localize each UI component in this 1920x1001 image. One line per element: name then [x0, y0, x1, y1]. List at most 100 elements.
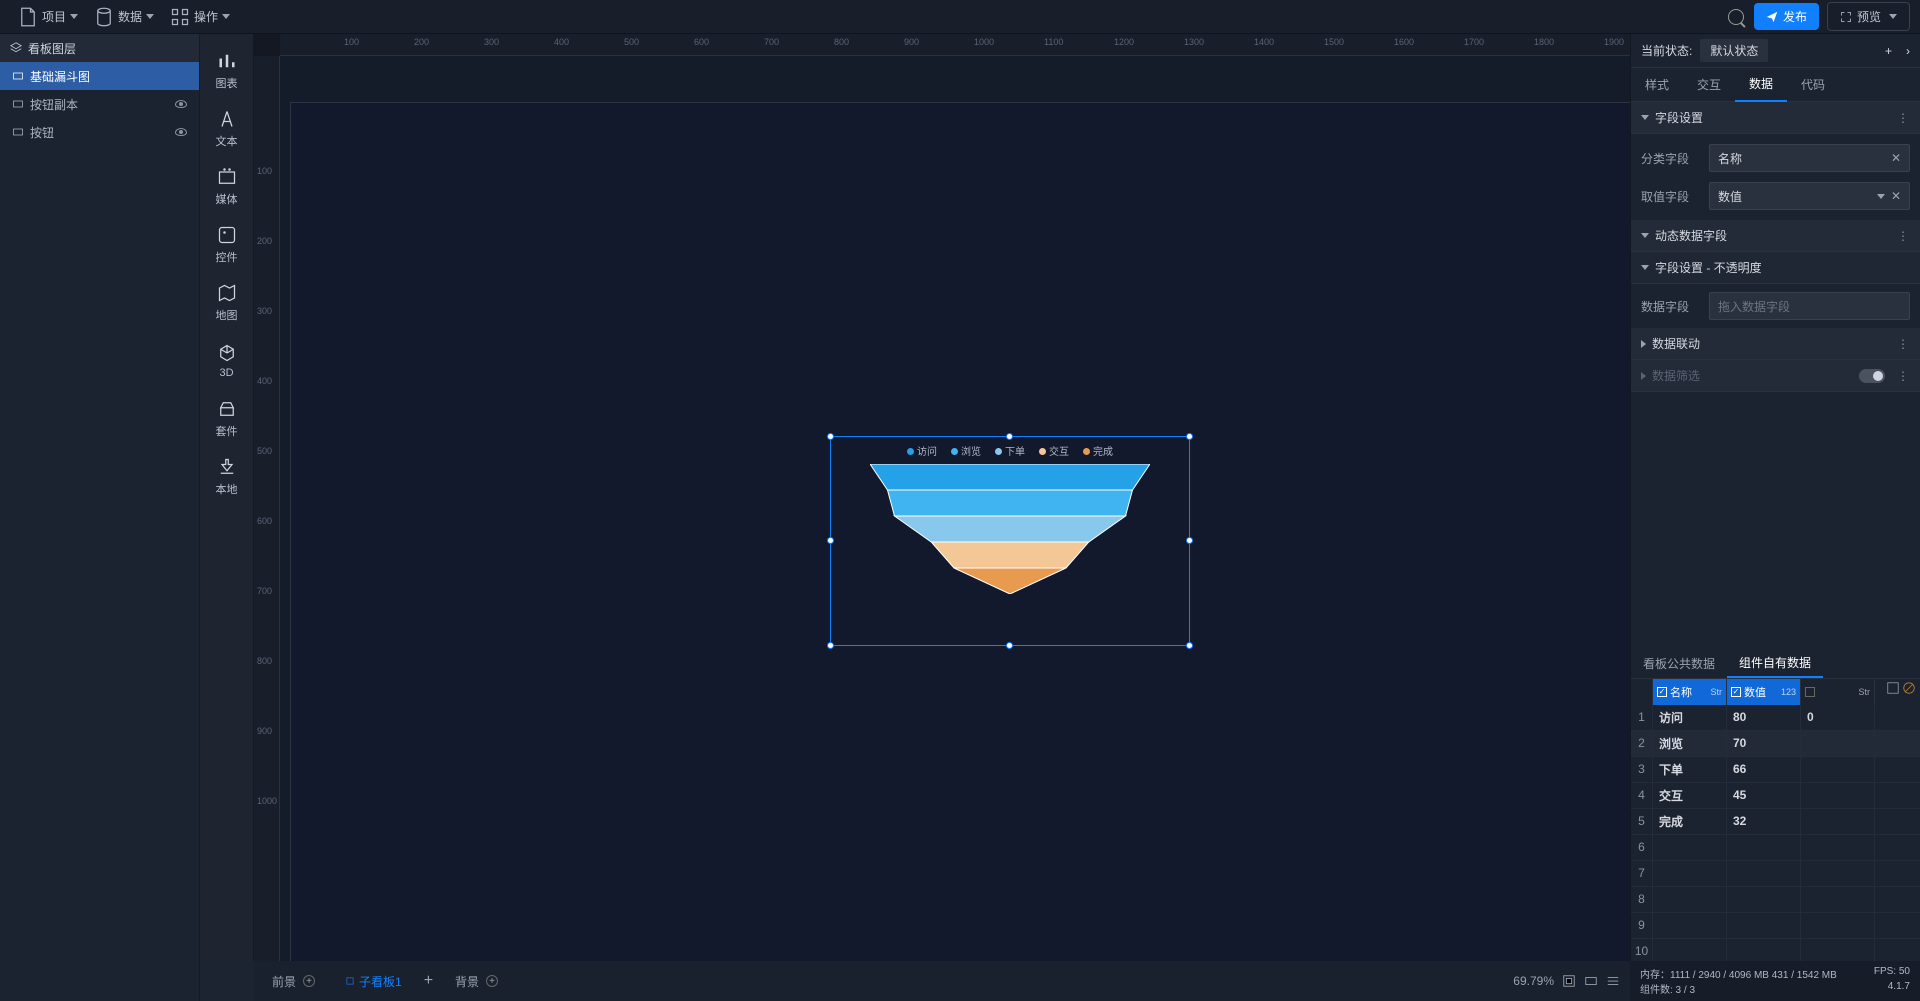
visibility-icon[interactable] — [175, 128, 187, 136]
section-dynamic-fields[interactable]: 动态数据字段⋮ — [1631, 220, 1920, 252]
publish-button[interactable]: 发布 — [1754, 3, 1819, 30]
layer-item[interactable]: 基础漏斗图 — [0, 62, 199, 90]
comp-control[interactable]: 控件 — [200, 216, 254, 274]
menu-action[interactable]: 操作 — [162, 3, 238, 31]
section-field-settings[interactable]: 字段设置⋮ — [1631, 102, 1920, 134]
more-icon[interactable]: ⋮ — [1897, 111, 1910, 125]
data-tab-0[interactable]: 看板公共数据 — [1631, 649, 1727, 678]
ruler-vertical: 1002003004005006007008009001000 — [254, 56, 280, 961]
text-icon — [217, 109, 237, 129]
table-row[interactable]: 8 — [1631, 887, 1920, 913]
right-panel: 当前状态: 默认状态 + › 样式交互数据代码 字段设置⋮ 分类字段 名称✕ 取… — [1630, 34, 1920, 961]
table-row[interactable]: 7 — [1631, 861, 1920, 887]
send-icon — [1766, 11, 1778, 23]
data-tab-1[interactable]: 组件自有数据 — [1727, 649, 1823, 678]
comp-local[interactable]: 本地 — [200, 448, 254, 506]
prop-tab-2[interactable]: 数据 — [1735, 68, 1787, 102]
section-data-linkage[interactable]: 数据联动⋮ — [1631, 328, 1920, 360]
data-table[interactable]: 1访问8002浏览703下单664交互455完成3267891011121314 — [1631, 705, 1920, 962]
table-row[interactable]: 3下单66 — [1631, 757, 1920, 783]
value-field-label: 取值字段 — [1641, 188, 1701, 205]
table-row[interactable]: 2浏览70 — [1631, 731, 1920, 757]
add-icon[interactable]: + — [303, 975, 315, 987]
control-icon — [217, 225, 237, 245]
canvas-tab-strip: 前景+ 子看板1 + 背景+ 69.79% — [254, 961, 1630, 1001]
funnel-svg — [870, 464, 1150, 594]
list-icon[interactable] — [1606, 974, 1620, 988]
status-bar: 内存：1111 / 2940 / 4096 MB 431 / 1542 MBFP… — [1630, 961, 1920, 1001]
clear-icon[interactable]: ✕ — [1891, 151, 1901, 165]
tab-sub[interactable]: 子看板1 — [337, 970, 410, 993]
fit-icon[interactable] — [1562, 974, 1576, 988]
prop-tab-1[interactable]: 交互 — [1683, 68, 1735, 102]
table-row[interactable]: 1访问800 — [1631, 705, 1920, 731]
comp-3d[interactable]: 3D — [200, 332, 254, 390]
table-row[interactable]: 4交互45 — [1631, 783, 1920, 809]
layer-panel: 看板图层 基础漏斗图按钮副本按钮 — [0, 34, 200, 1001]
section-data-filter[interactable]: 数据筛选 ⋮ — [1631, 360, 1920, 392]
chevron-right-icon[interactable]: › — [1906, 44, 1910, 58]
more-icon[interactable]: ⋮ — [1897, 337, 1910, 351]
tab-foreground[interactable]: 前景+ — [264, 970, 323, 993]
prop-tab-3[interactable]: 代码 — [1787, 68, 1839, 102]
menu-data[interactable]: 数据 — [86, 3, 162, 31]
funnel-chart[interactable]: 访问浏览下单交互完成 — [831, 437, 1189, 645]
preview-button[interactable]: 预览 — [1827, 2, 1910, 31]
more-icon[interactable]: ⋮ — [1897, 369, 1910, 383]
data-table-toolbar: ✓名称Str✓数值123Str — [1631, 679, 1920, 705]
canvas-viewport[interactable]: 访问浏览下单交互完成 — [280, 56, 1630, 961]
3d-icon — [217, 343, 237, 363]
category-field-input[interactable]: 名称✕ — [1709, 144, 1910, 172]
more-icon[interactable]: ⋮ — [1897, 229, 1910, 243]
layer-panel-header: 看板图层 — [0, 34, 199, 62]
menu-project[interactable]: 项目 — [10, 3, 86, 31]
comp-map[interactable]: 地图 — [200, 274, 254, 332]
col-header[interactable]: ✓数值123 — [1727, 679, 1801, 705]
clear-icon[interactable]: ✕ — [1891, 189, 1901, 203]
component-icon — [12, 126, 24, 138]
prop-tab-0[interactable]: 样式 — [1631, 68, 1683, 102]
category-field-label: 分类字段 — [1641, 150, 1701, 167]
zoom-value[interactable]: 69.79% — [1513, 974, 1554, 988]
tab-background[interactable]: 背景+ — [447, 970, 506, 993]
layer-item[interactable]: 按钮 — [0, 118, 199, 146]
comp-suite[interactable]: 套件 — [200, 390, 254, 448]
actual-size-icon[interactable] — [1584, 974, 1598, 988]
canvas-area[interactable]: 1002003004005006007008009001000110012001… — [254, 34, 1630, 961]
add-tab-button[interactable]: + — [424, 972, 433, 990]
value-field-input[interactable]: 数值✕ — [1709, 182, 1910, 210]
layer-item[interactable]: 按钮副本 — [0, 90, 199, 118]
data-field-drop[interactable]: 拖入数据字段 — [1709, 292, 1910, 320]
component-bar: 图表文本媒体控件地图3D套件本地 — [200, 34, 254, 961]
add-state-button[interactable]: + — [1885, 44, 1892, 58]
file-icon — [18, 7, 38, 27]
comp-text[interactable]: 文本 — [200, 100, 254, 158]
property-tabs: 样式交互数据代码 — [1631, 68, 1920, 102]
local-icon — [217, 457, 237, 477]
selection-box[interactable]: 访问浏览下单交互完成 — [830, 436, 1190, 646]
filter-toggle[interactable] — [1859, 369, 1885, 383]
table-settings-icon[interactable] — [1886, 681, 1900, 695]
state-row: 当前状态: 默认状态 + › — [1631, 34, 1920, 68]
table-row[interactable]: 5完成32 — [1631, 809, 1920, 835]
col-header[interactable]: Str — [1801, 679, 1875, 705]
comp-chart[interactable]: 图表 — [200, 42, 254, 100]
search-button[interactable] — [1728, 9, 1744, 25]
grid-icon — [170, 7, 190, 27]
add-icon[interactable]: + — [486, 975, 498, 987]
data-source-tabs: 看板公共数据组件自有数据 — [1631, 649, 1920, 679]
disabled-icon[interactable] — [1902, 681, 1916, 695]
search-icon — [1728, 9, 1744, 25]
visibility-icon[interactable] — [175, 100, 187, 108]
layers-icon — [10, 42, 22, 54]
expand-icon — [1840, 11, 1852, 23]
zoom-controls: 69.79% — [1513, 974, 1620, 988]
table-row[interactable]: 9 — [1631, 913, 1920, 939]
table-row[interactable]: 10 — [1631, 939, 1920, 962]
state-value[interactable]: 默认状态 — [1700, 39, 1768, 62]
comp-media[interactable]: 媒体 — [200, 158, 254, 216]
chart-icon — [217, 51, 237, 71]
table-row[interactable]: 6 — [1631, 835, 1920, 861]
section-opacity[interactable]: 字段设置 - 不透明度 — [1631, 252, 1920, 284]
col-header[interactable]: ✓名称Str — [1653, 679, 1727, 705]
